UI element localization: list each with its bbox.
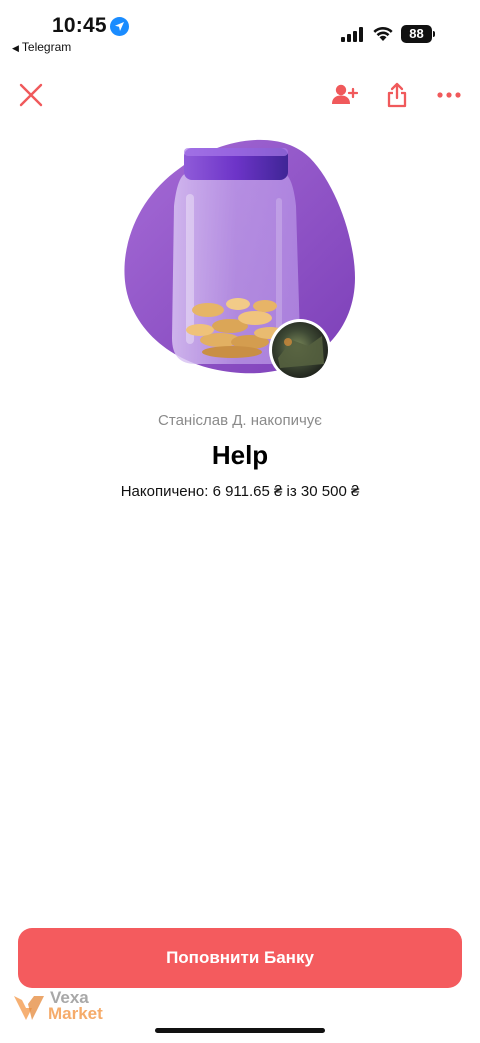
cellular-signal-icon xyxy=(341,27,363,42)
jar-illustration xyxy=(110,128,370,388)
battery-cap xyxy=(433,31,435,37)
share-button[interactable] xyxy=(382,80,412,110)
close-button[interactable] xyxy=(16,80,46,110)
status-time: 10:45 xyxy=(52,14,107,37)
watermark-line-2: Market xyxy=(48,1004,103,1023)
add-user-button[interactable] xyxy=(330,80,360,110)
battery-indicator: 88 xyxy=(401,25,432,43)
back-to-app-link[interactable]: ◀ Telegram xyxy=(12,40,71,54)
back-triangle-icon: ◀ xyxy=(12,43,19,53)
top-up-jar-button[interactable]: Поповнити Банку xyxy=(18,928,462,988)
status-bar: 10:45 ◀ Telegram 88 xyxy=(0,0,480,60)
close-icon xyxy=(19,83,43,107)
vexa-logo-icon xyxy=(14,996,44,1020)
add-user-icon xyxy=(332,84,358,104)
jar-progress-text: Накопичено: 6 911.65 ₴ із 30 500 ₴ xyxy=(120,483,360,500)
vexa-market-watermark: Vexa Market xyxy=(12,988,122,1028)
more-icon xyxy=(437,92,461,98)
wifi-icon xyxy=(373,26,393,41)
more-options-button[interactable] xyxy=(434,80,464,110)
jar-title: Help xyxy=(211,440,269,470)
location-arrow-icon xyxy=(110,17,129,36)
share-icon xyxy=(387,82,407,108)
back-app-label: Telegram xyxy=(21,40,72,54)
jar-owner-text: Станіслав Д. накопичує xyxy=(158,412,322,429)
home-indicator[interactable] xyxy=(155,1028,325,1033)
owner-avatar xyxy=(269,319,331,381)
top-nav xyxy=(0,74,480,114)
